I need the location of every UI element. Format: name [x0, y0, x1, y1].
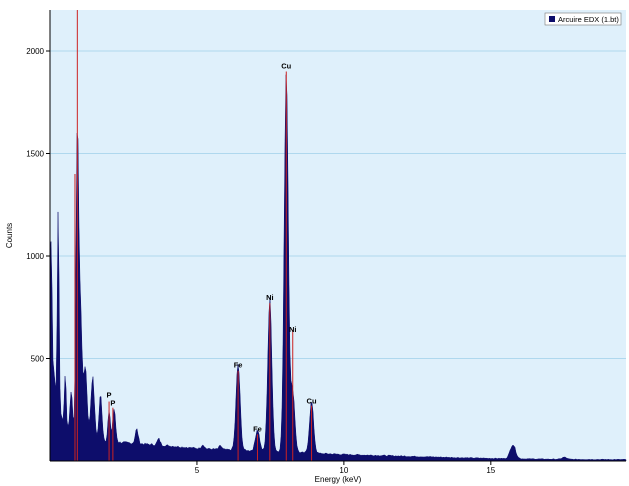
chart-container: P P Fe Fe Ni Ni Cu Cu 5 10 15 500 1000 1500 2000 Ener…: [0, 0, 629, 486]
y-axis-title: Counts: [5, 223, 14, 248]
x-tick-label: 5: [195, 466, 200, 475]
peak-label: Fe: [253, 424, 262, 433]
x-axis-title: Energy (keV): [315, 475, 362, 484]
y-tick-label: 500: [31, 355, 45, 364]
peak-label: Ni: [266, 293, 274, 302]
peak-label: P: [110, 399, 115, 408]
peak-label: Ni: [289, 325, 297, 334]
y-tick-label: 1500: [26, 150, 44, 159]
peak-label: Fe: [234, 361, 243, 370]
edx-spectrum-chart: PPFeFeNiNiCuCu 5 10 15500100015002000 Ener…: [0, 0, 629, 486]
x-tick-label: 10: [339, 466, 348, 475]
x-tick-label: 15: [486, 466, 495, 475]
y-tick-label: 2000: [26, 47, 44, 56]
peak-label: Cu: [281, 61, 291, 70]
legend-swatch: [549, 16, 555, 22]
plot-area: [50, 10, 626, 461]
peak-label: Cu: [307, 397, 317, 406]
legend: Arcuire EDX (1.bt): [544, 12, 622, 26]
legend-label: Arcuire EDX (1.bt): [558, 15, 619, 24]
y-tick-label: 1000: [26, 252, 44, 261]
